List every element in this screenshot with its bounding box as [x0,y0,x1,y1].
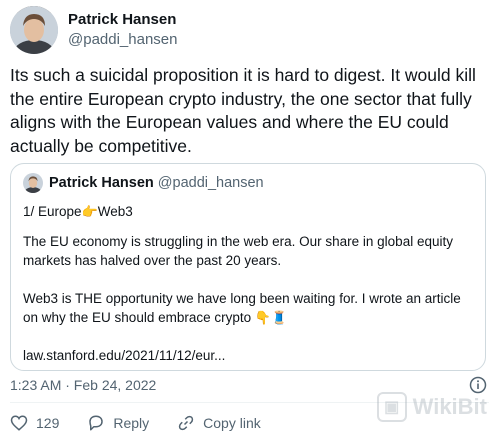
tweet-text: Its such a suicidal proposition it is ha… [10,65,476,156]
reply-label: Reply [113,415,150,431]
watermark-logo-icon: ▣ [376,392,407,422]
quoted-paragraph-1: The EU economy is struggling in the web … [23,234,453,268]
avatar[interactable] [10,6,58,54]
quoted-line1-prefix: 1/ Europe [23,204,82,219]
quoted-tweet-body: 1/ Europe👉Web3 The EU economy is struggl… [23,202,473,365]
pointing-right-emoji: 👉 [81,204,98,219]
quoted-paragraph-2: Web3 is THE opportunity we have long bee… [23,291,461,325]
thread-emoji: 👇🧵 [254,310,288,325]
author-handle[interactable]: @paddi_hansen [68,30,177,50]
watermark-text: WikiBit [412,394,487,419]
author-display-name[interactable]: Patrick Hansen [68,10,177,30]
tweet-header: Patrick Hansen @paddi_hansen [10,6,177,54]
heart-icon [10,415,28,431]
quoted-article-link[interactable]: law.stanford.edu/2021/11/12/eur... [23,346,473,365]
watermark: ▣ WikiBit [376,392,487,422]
copy-link-label: Copy link [203,415,261,431]
quoted-avatar [23,173,43,193]
copy-link-button[interactable]: Copy link [177,414,261,432]
like-button[interactable]: 129 [10,414,59,432]
quoted-line1-suffix: Web3 [97,204,133,219]
tweet-timestamp[interactable]: 1:23 AM · Feb 24, 2022 [10,377,156,393]
reply-button[interactable]: Reply [87,414,149,432]
tweet-actions: 129 Reply Copy link [10,414,289,432]
reply-icon [89,415,104,431]
quoted-handle: @paddi_hansen [157,175,264,191]
quoted-tweet-card[interactable]: Patrick Hansen @paddi_hansen 1/ Europe👉W… [10,163,486,371]
quoted-display-name: Patrick Hansen [49,175,154,191]
link-icon [178,415,194,431]
like-count: 129 [36,415,60,431]
